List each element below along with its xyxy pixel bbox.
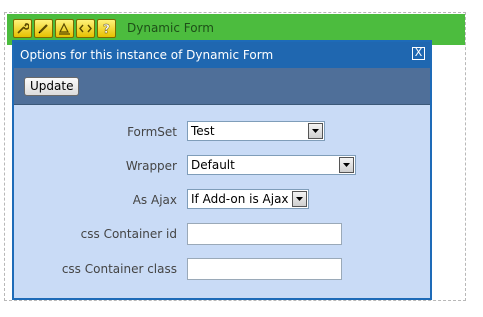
dialog-titlebar: Options for this instance of Dynamic For… bbox=[14, 42, 430, 68]
module-toolbar: ? bbox=[13, 19, 116, 39]
update-button[interactable]: Update bbox=[24, 77, 80, 96]
formset-row: FormSet Test bbox=[14, 121, 430, 145]
as-ajax-select[interactable]: If Add-on is Ajax bbox=[187, 189, 309, 209]
help-icon[interactable]: ? bbox=[97, 19, 116, 38]
dialog-toolbar: Update bbox=[14, 68, 430, 105]
wrench-icon[interactable] bbox=[13, 19, 32, 38]
css-container-id-row: css Container id bbox=[14, 223, 430, 247]
wrapper-label: Wrapper bbox=[125, 159, 177, 173]
wrapper-select[interactable]: Default bbox=[187, 155, 356, 175]
as-ajax-value: If Add-on is Ajax bbox=[191, 192, 289, 206]
pencil-icon[interactable] bbox=[34, 19, 53, 38]
css-container-id-label: css Container id bbox=[80, 227, 177, 241]
edit-template-icon[interactable] bbox=[55, 19, 74, 38]
options-dialog: Options for this instance of Dynamic For… bbox=[12, 40, 432, 300]
code-icon[interactable] bbox=[76, 19, 95, 38]
formset-label: FormSet bbox=[127, 125, 177, 139]
css-container-id-input[interactable] bbox=[187, 223, 342, 245]
css-container-class-row: css Container class bbox=[14, 258, 430, 282]
module-title: Dynamic Form bbox=[127, 21, 214, 35]
css-container-class-label: css Container class bbox=[61, 262, 177, 276]
formset-value: Test bbox=[191, 124, 215, 138]
css-container-class-input[interactable] bbox=[187, 258, 342, 280]
close-icon[interactable]: X bbox=[412, 47, 425, 60]
wrapper-value: Default bbox=[191, 158, 235, 172]
dialog-title: Options for this instance of Dynamic For… bbox=[20, 48, 274, 62]
svg-text:?: ? bbox=[103, 22, 110, 35]
chevron-down-icon[interactable] bbox=[339, 157, 354, 173]
chevron-down-icon[interactable] bbox=[292, 191, 307, 207]
formset-select[interactable]: Test bbox=[187, 121, 325, 141]
wrapper-row: Wrapper Default bbox=[14, 155, 430, 179]
as-ajax-row: As Ajax If Add-on is Ajax bbox=[14, 189, 430, 213]
chevron-down-icon[interactable] bbox=[308, 123, 323, 139]
as-ajax-label: As Ajax bbox=[132, 193, 177, 207]
